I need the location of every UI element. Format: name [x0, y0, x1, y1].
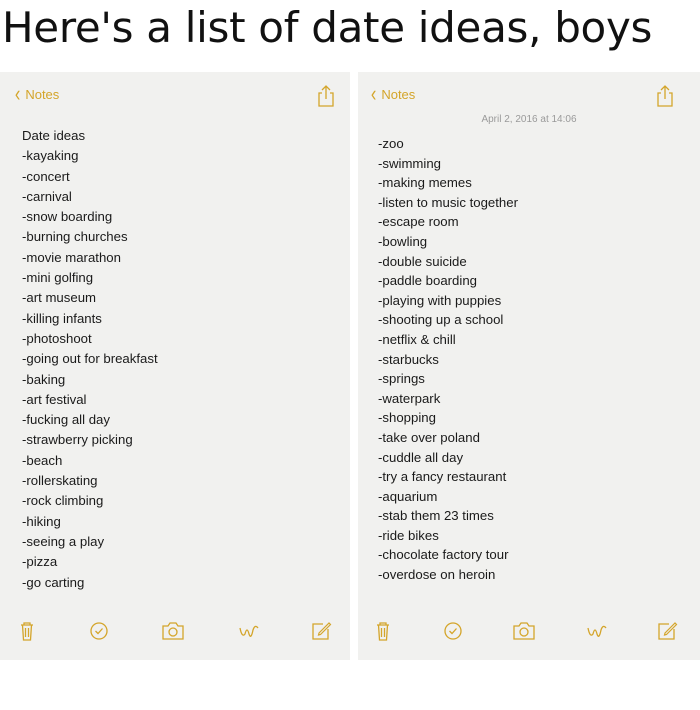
compose-icon[interactable]: [308, 618, 334, 644]
note-line: -carnival: [22, 188, 72, 204]
note-line: -seeing a play: [22, 533, 105, 549]
meme-caption: Here's a list of date ideas, boys: [2, 3, 653, 52]
note-line: -chocolate factory tour: [378, 547, 509, 563]
note-line: -making memes: [378, 175, 472, 191]
note-line: -rock climbing: [22, 493, 104, 509]
note-line: -kayaking: [22, 148, 79, 164]
note-line: -mini golfing: [22, 270, 94, 286]
note-line: -bowling: [378, 233, 428, 249]
note-line: -netflix & chill: [378, 331, 456, 347]
share-icon[interactable]: [315, 84, 337, 108]
note-line: -double suicide: [378, 253, 467, 269]
note-line: -burning churches: [22, 229, 128, 245]
note-line: -baking: [22, 371, 66, 387]
note-line: -try a fancy restaurant: [378, 469, 507, 485]
note-line: -beach: [22, 452, 63, 468]
note-line: -springs: [378, 371, 425, 387]
note-line: Date ideas: [22, 128, 86, 143]
checklist-icon[interactable]: [86, 618, 112, 644]
note-line: -going out for breakfast: [22, 351, 158, 367]
back-label: Notes: [25, 86, 60, 102]
note-body[interactable]: Date ideas -kayaking -concert -carnival -sno…: [22, 126, 158, 593]
note-line: -zoo: [378, 136, 404, 151]
note-line: -snow boarding: [22, 209, 113, 225]
note-line: -paddle boarding: [378, 273, 477, 289]
note-line: -art museum: [22, 290, 97, 306]
note-line: -listen to music together: [378, 194, 518, 210]
note-timestamp: April 2, 2016 at 14:06: [481, 114, 577, 125]
trash-icon[interactable]: [370, 618, 396, 644]
note-line: -take over poland: [378, 429, 480, 445]
chevron-left-icon: ‹: [370, 81, 377, 106]
note-line: -starbucks: [378, 351, 439, 367]
note-line: -cuddle all day: [378, 449, 464, 465]
note-line: -art festival: [22, 391, 87, 407]
camera-icon[interactable]: [160, 618, 186, 644]
note-line: -go carting: [22, 574, 85, 590]
share-icon[interactable]: [654, 84, 676, 108]
back-label: Notes: [381, 86, 416, 102]
sketch-icon[interactable]: [236, 618, 262, 644]
note-line: -killing infants: [22, 310, 102, 326]
bottom-toolbar: [0, 618, 350, 644]
note-body[interactable]: -zoo -swimming -making memes -listen to mus…: [378, 134, 518, 585]
note-line: -overdose on heroin: [378, 567, 496, 583]
note-line: -ride bikes: [378, 527, 439, 543]
checklist-icon[interactable]: [440, 618, 466, 644]
camera-icon[interactable]: [511, 618, 537, 644]
note-line: -rollerskating: [22, 473, 98, 489]
trash-icon[interactable]: [14, 618, 40, 644]
notes-screen-right: ‹ Notes April 2, 2016 at 14:06 -zoo -swim…: [358, 72, 700, 660]
back-to-notes-button[interactable]: ‹ Notes: [370, 81, 416, 106]
note-line: -escape room: [378, 214, 459, 230]
note-line: -concert: [22, 168, 70, 184]
note-line: -aquarium: [378, 488, 438, 504]
note-line: -swimming: [378, 155, 442, 171]
note-line: -pizza: [22, 554, 58, 570]
note-line: -shopping: [378, 410, 436, 426]
bottom-toolbar: [358, 618, 700, 644]
sketch-icon[interactable]: [584, 618, 610, 644]
note-line: -shooting up a school: [378, 312, 504, 328]
note-line: -movie marathon: [22, 249, 121, 265]
note-line: -strawberry picking: [22, 432, 133, 448]
note-line: -photoshoot: [22, 330, 92, 346]
chevron-left-icon: ‹: [14, 81, 21, 106]
note-line: -stab them 23 times: [378, 508, 494, 524]
notes-screen-left: ‹ Notes Date ideas -kayaking -concert -carn…: [0, 72, 350, 660]
back-to-notes-button[interactable]: ‹ Notes: [14, 81, 60, 106]
note-line: -hiking: [22, 513, 61, 529]
compose-icon[interactable]: [654, 618, 680, 644]
note-line: -fucking all day: [22, 412, 110, 428]
note-line: -playing with puppies: [378, 292, 502, 308]
note-line: -waterpark: [378, 390, 441, 406]
